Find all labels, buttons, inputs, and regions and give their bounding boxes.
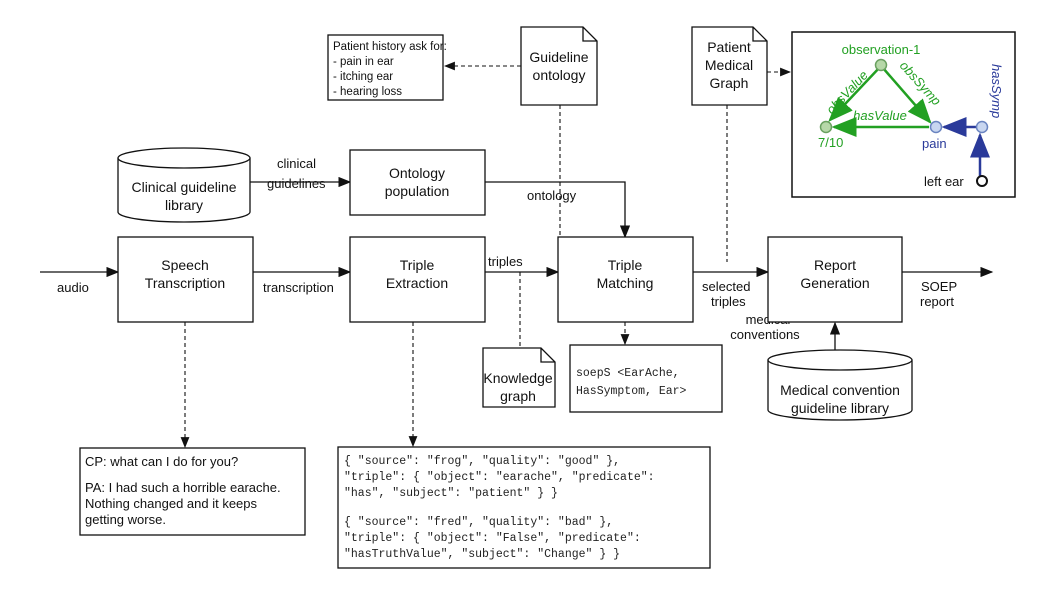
pmg-label-2: Medical xyxy=(705,57,753,73)
guideline-ontology-label: Guideline xyxy=(529,49,588,65)
kg-label: Knowledge xyxy=(483,370,552,386)
audio-label: audio xyxy=(57,280,89,295)
guideline-ontology-label-2: ontology xyxy=(533,67,586,83)
json-line: { "source": "frog", "quality": "good" }, xyxy=(344,455,620,468)
st-label: Speech xyxy=(161,257,208,273)
left-ear-label: left ear xyxy=(924,174,964,189)
op-label-2: population xyxy=(385,183,450,199)
selected-triples-label-2: triples xyxy=(711,294,746,309)
clinical-guidelines-label: clinical xyxy=(277,156,316,171)
mc-library-label-2: guideline library xyxy=(791,400,889,416)
guideline-ontology-doc xyxy=(520,26,598,106)
transcription-label: transcription xyxy=(263,280,334,295)
soep-label-2: report xyxy=(920,294,954,309)
symptom-node xyxy=(975,120,989,134)
history-line: Patient history ask for: xyxy=(333,41,447,53)
value-label: 7/10 xyxy=(818,135,843,150)
history-line: - itching ear xyxy=(333,71,393,83)
history-line: - hearing loss xyxy=(333,86,402,98)
mc-library-label: Medical convention xyxy=(780,382,900,398)
observation-node xyxy=(874,58,888,72)
clinical-library-label: Clinical guideline xyxy=(131,179,236,195)
has-symp-label: hasSymp xyxy=(989,64,1004,118)
soep-label: SOEP xyxy=(921,279,957,294)
soeps-line: soepS <EarAche, xyxy=(576,367,680,380)
pmg-label-3: Graph xyxy=(710,75,749,91)
json-line: { "source": "fred", "quality": "bad" }, xyxy=(344,516,613,529)
json-line: "triple": { "object": "False", "predicat… xyxy=(344,532,641,545)
selected-triples-label: selected xyxy=(702,279,750,294)
value-node xyxy=(819,120,833,134)
medical-conventions-label-2: conventions xyxy=(730,327,800,342)
medical-convention-library: Medical convention guideline library xyxy=(767,349,913,421)
st-label-2: Transcription xyxy=(145,275,225,291)
pain-label: pain xyxy=(922,136,947,151)
dialogue-line: Nothing changed and it keeps xyxy=(85,496,258,511)
clinical-guidelines-label-2: guidelines xyxy=(267,176,326,191)
has-value-label: hasValue xyxy=(853,108,907,123)
history-line: - pain in ear xyxy=(333,56,394,68)
te-label-2: Extraction xyxy=(386,275,448,291)
kg-label-2: graph xyxy=(500,388,536,404)
json-line: "triple": { "object": "earache", "predic… xyxy=(344,471,655,484)
json-line: "has", "subject": "patient" } } xyxy=(344,487,558,500)
triples-label: triples xyxy=(488,254,523,269)
rg-label: Report xyxy=(814,257,856,273)
soeps-line: HasSymptom, Ear> xyxy=(576,385,687,398)
clinical-library-label-2: library xyxy=(165,197,203,213)
pain-node xyxy=(929,120,943,134)
dialogue-line: PA: I had such a horrible earache. xyxy=(85,480,281,495)
op-label: Ontology xyxy=(389,165,445,181)
clinical-guideline-library: Clinical guideline library xyxy=(117,147,251,223)
pmg-label: Patient xyxy=(707,39,751,55)
json-line: "hasTruthValue", "subject": "Change" } } xyxy=(344,548,620,561)
patient-graph: observation-1 obsValue obsSymp hasValue … xyxy=(791,31,1016,198)
dialogue-line: getting worse. xyxy=(85,512,166,527)
tm-label: Triple xyxy=(608,257,643,273)
observation-label: observation-1 xyxy=(842,42,921,57)
te-label: Triple xyxy=(400,257,435,273)
rg-label-2: Generation xyxy=(800,275,869,291)
dialogue-line: CP: what can I do for you? xyxy=(85,454,238,469)
ontology-label: ontology xyxy=(527,188,577,203)
left-ear-node xyxy=(976,175,988,187)
tm-label-2: Matching xyxy=(597,275,654,291)
pipeline-diagram: audio transcription triples selected tri… xyxy=(40,26,1016,569)
